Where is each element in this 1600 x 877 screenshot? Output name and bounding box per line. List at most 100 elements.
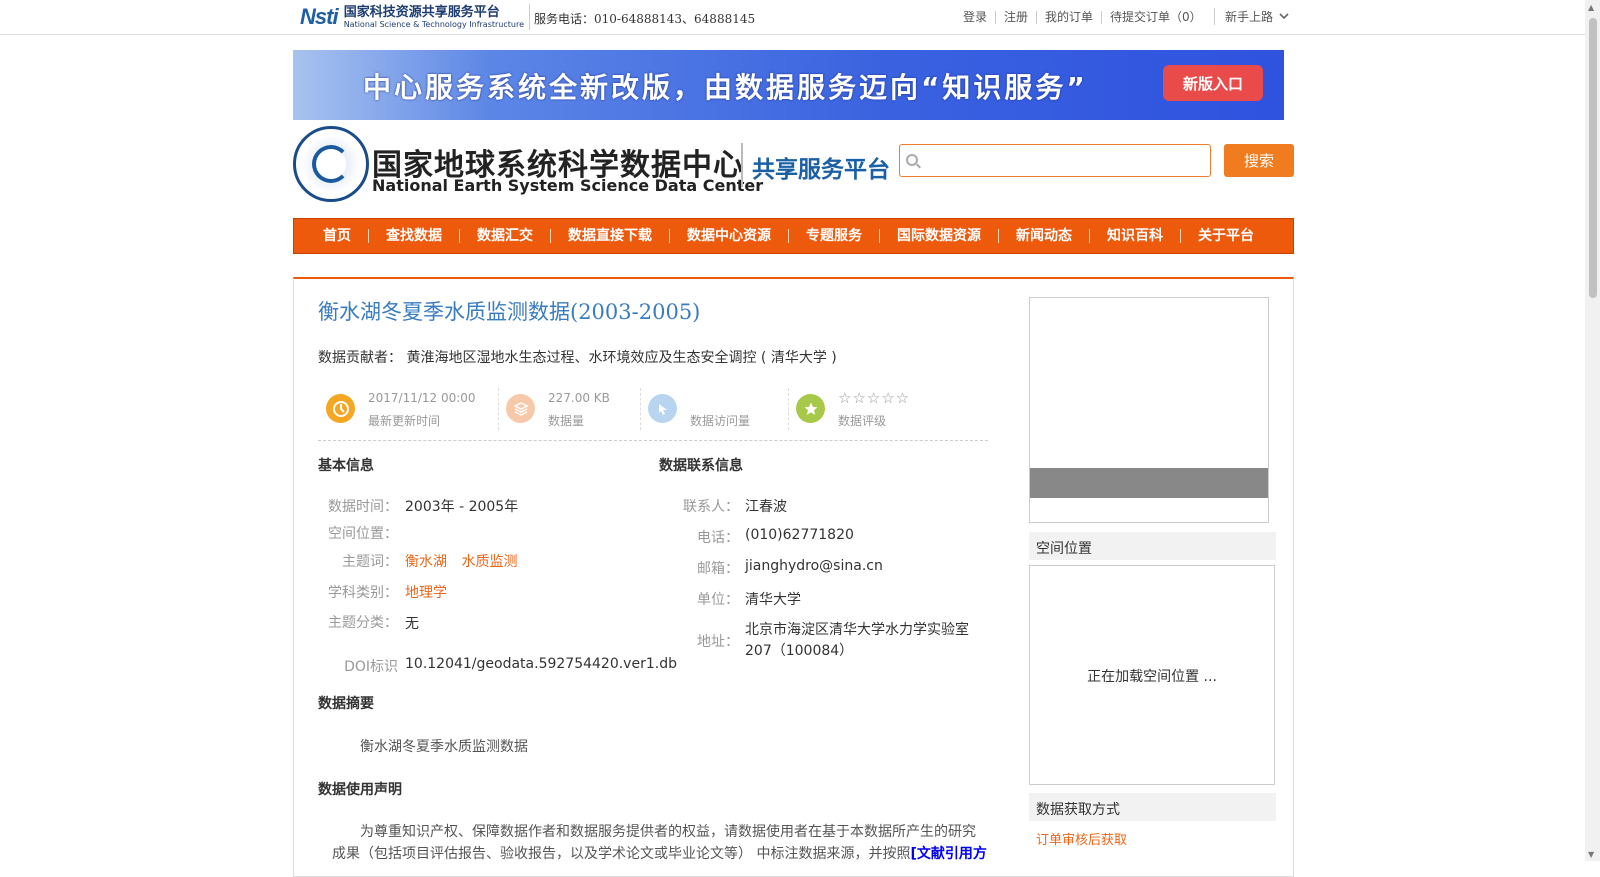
acquire-method-link[interactable]: 订单审核后获取: [1036, 829, 1127, 848]
newbie-guide-dropdown[interactable]: 新手上路: [1214, 8, 1289, 25]
basic-info-heading: 基本信息: [318, 458, 374, 474]
nav-item-about[interactable]: 关于平台: [1180, 229, 1271, 243]
nav-item-data-submission[interactable]: 数据汇交: [459, 229, 550, 243]
nsti-logo-en: National Science & Technology Infrastruc…: [343, 19, 524, 29]
contributor-value: 黄淮海地区湿地水生态过程、水环境效应及生态安全调控 ( 清华大学 ): [406, 350, 837, 366]
doi-value: 10.12041/geodata.592754420.ver1.db: [405, 656, 677, 672]
stat-label: 数据访问量: [690, 414, 751, 428]
top-links: 登录 注册 我的订单 待提交订单（0）: [955, 11, 1210, 24]
nsti-logo[interactable]: Nsti 国家科技资源共享服务平台 National Science & Tec…: [300, 2, 524, 32]
phone-value: (010)62771820: [745, 527, 854, 543]
main-nav: 首页 查找数据 数据汇交 数据直接下载 数据中心资源 专题服务 国际数据资源 新…: [293, 218, 1294, 254]
dataset-stats: 2017/11/12 00:00 最新更新时间 227.00 KB 数据量 数据…: [318, 386, 988, 441]
nav-item-home[interactable]: 首页: [306, 229, 368, 243]
keywords-value: 衡水湖 水质监测: [405, 551, 527, 571]
contributor-line: 数据贡献者： 黄淮海地区湿地水生态过程、水环境效应及生态安全调控 ( 清华大学 …: [318, 347, 837, 367]
divider: [640, 388, 641, 430]
org-value: 清华大学: [745, 592, 801, 608]
keyword-tag[interactable]: 水质监测: [461, 554, 517, 570]
stat-data-size: 227.00 KB 数据量: [498, 386, 640, 432]
dataset-preview-image[interactable]: [1029, 297, 1269, 523]
divider: [529, 4, 530, 30]
scroll-down-arrow-icon[interactable]: ▼: [1588, 850, 1594, 859]
promo-banner[interactable]: 中心服务系统全新改版，由数据服务迈向“知识服务” 新版入口: [293, 50, 1284, 120]
spatial-heading: 空间位置: [1029, 532, 1276, 560]
scroll-thumb[interactable]: [1589, 18, 1597, 298]
nav-item-find-data[interactable]: 查找数据: [368, 229, 459, 243]
address-line: 北京市海淀区清华大学水力学实验室: [745, 622, 969, 638]
doi-label: DOI标识: [344, 659, 398, 675]
top-bar: Nsti 国家科技资源共享服务平台 National Science & Tec…: [0, 0, 1585, 35]
usage-line: 成果（包括项目评估报告、验收报告，以及学术论文或毕业论文等） 中标注数据来源，并…: [332, 843, 987, 863]
page-scrollbar[interactable]: ▲ ▼: [1585, 0, 1600, 861]
scroll-up-arrow-icon[interactable]: ▲: [1588, 3, 1594, 12]
banner-text: 中心服务系统全新改版，由数据服务迈向“知识服务”: [363, 71, 1088, 104]
nsti-logo-mark: Nsti: [300, 4, 339, 29]
register-link[interactable]: 注册: [995, 11, 1036, 24]
header-divider: [741, 143, 743, 187]
citation-link[interactable]: [文献引用方: [910, 846, 986, 862]
my-orders-link[interactable]: 我的订单: [1036, 11, 1101, 24]
spatial-map[interactable]: 正在加载空间位置 ...: [1029, 565, 1275, 785]
phone-label: 电话：: [697, 530, 739, 546]
divider: [498, 388, 499, 430]
pending-orders-link[interactable]: 待提交订单（0）: [1101, 11, 1210, 24]
stat-label: 数据评级: [838, 414, 887, 428]
nsti-logo-cn: 国家科技资源共享服务平台: [343, 4, 500, 20]
stat-value: 2017/11/12 00:00: [368, 391, 476, 405]
stat-rating: ☆☆☆☆☆ 数据评级: [788, 386, 988, 432]
time-value: 2003年 - 2005年: [405, 499, 519, 515]
stat-value: 227.00 KB: [548, 391, 610, 405]
keywords-label: 主题词：: [342, 554, 398, 570]
service-phone: 服务电话：010-64888143、64888145: [534, 12, 756, 26]
contact-value: 江春波: [745, 499, 787, 515]
platform-name: 共享服务平台: [752, 157, 890, 183]
cursor-icon: [648, 394, 677, 423]
category-label: 主题分类：: [328, 615, 398, 631]
rating-stars-icon[interactable]: ☆☆☆☆☆: [838, 389, 910, 407]
nav-item-direct-download[interactable]: 数据直接下载: [550, 229, 669, 243]
newbie-guide-label: 新手上路: [1225, 10, 1274, 24]
stat-label: 数据量: [548, 414, 585, 428]
login-link[interactable]: 登录: [955, 11, 995, 24]
divider: [788, 388, 789, 430]
stat-visits: 数据访问量: [640, 386, 788, 432]
clock-icon: [326, 394, 355, 423]
abstract-heading: 数据摘要: [318, 696, 374, 712]
nav-item-international-data[interactable]: 国际数据资源: [879, 229, 998, 243]
address-value: 北京市海淀区清华大学水力学实验室 207（100084）: [745, 620, 969, 662]
discipline-label: 学科类别：: [328, 585, 398, 601]
nav-item-special-services[interactable]: 专题服务: [788, 229, 879, 243]
chevron-down-icon: [1279, 13, 1289, 20]
usage-line: 为尊重知识产权、保障数据作者和数据服务提供者的权益，请数据使用者在基于本数据所产…: [360, 824, 976, 840]
map-loading-text: 正在加载空间位置 ...: [1087, 669, 1217, 685]
acquire-heading: 数据获取方式: [1029, 793, 1276, 821]
category-value: 无: [405, 616, 419, 632]
space-label: 空间位置：: [328, 526, 398, 542]
org-label: 单位：: [697, 592, 739, 608]
address-label: 地址：: [697, 634, 739, 650]
search-input[interactable]: [899, 144, 1211, 177]
stat-label: 最新更新时间: [368, 414, 441, 428]
star-badge-icon: [796, 394, 825, 423]
nav-item-center-resources[interactable]: 数据中心资源: [669, 229, 788, 243]
layers-icon: [506, 394, 535, 423]
email-value: jianghydro@sina.cn: [745, 558, 883, 574]
contributor-label: 数据贡献者：: [318, 350, 402, 366]
nav-item-news[interactable]: 新闻动态: [998, 229, 1089, 243]
search-button[interactable]: 搜索: [1224, 144, 1294, 177]
time-label: 数据时间：: [328, 499, 398, 515]
nav-item-knowledge[interactable]: 知识百科: [1089, 229, 1180, 243]
discipline-link[interactable]: 地理学: [405, 582, 447, 602]
new-version-button[interactable]: 新版入口: [1163, 65, 1263, 101]
email-label: 邮箱：: [697, 561, 739, 577]
stat-update-time: 2017/11/12 00:00 最新更新时间: [318, 386, 498, 432]
keyword-tag[interactable]: 衡水湖: [405, 554, 447, 570]
contact-label: 联系人：: [683, 499, 739, 515]
address-line: 207（100084）: [745, 643, 854, 659]
dataset-title: 衡水湖冬夏季水质监测数据(2003-2005): [318, 300, 701, 324]
data-center-logo[interactable]: [293, 126, 369, 202]
center-name-en: National Earth System Science Data Cente…: [372, 176, 764, 195]
usage-heading: 数据使用声明: [318, 782, 402, 798]
contact-info-heading: 数据联系信息: [659, 458, 743, 474]
